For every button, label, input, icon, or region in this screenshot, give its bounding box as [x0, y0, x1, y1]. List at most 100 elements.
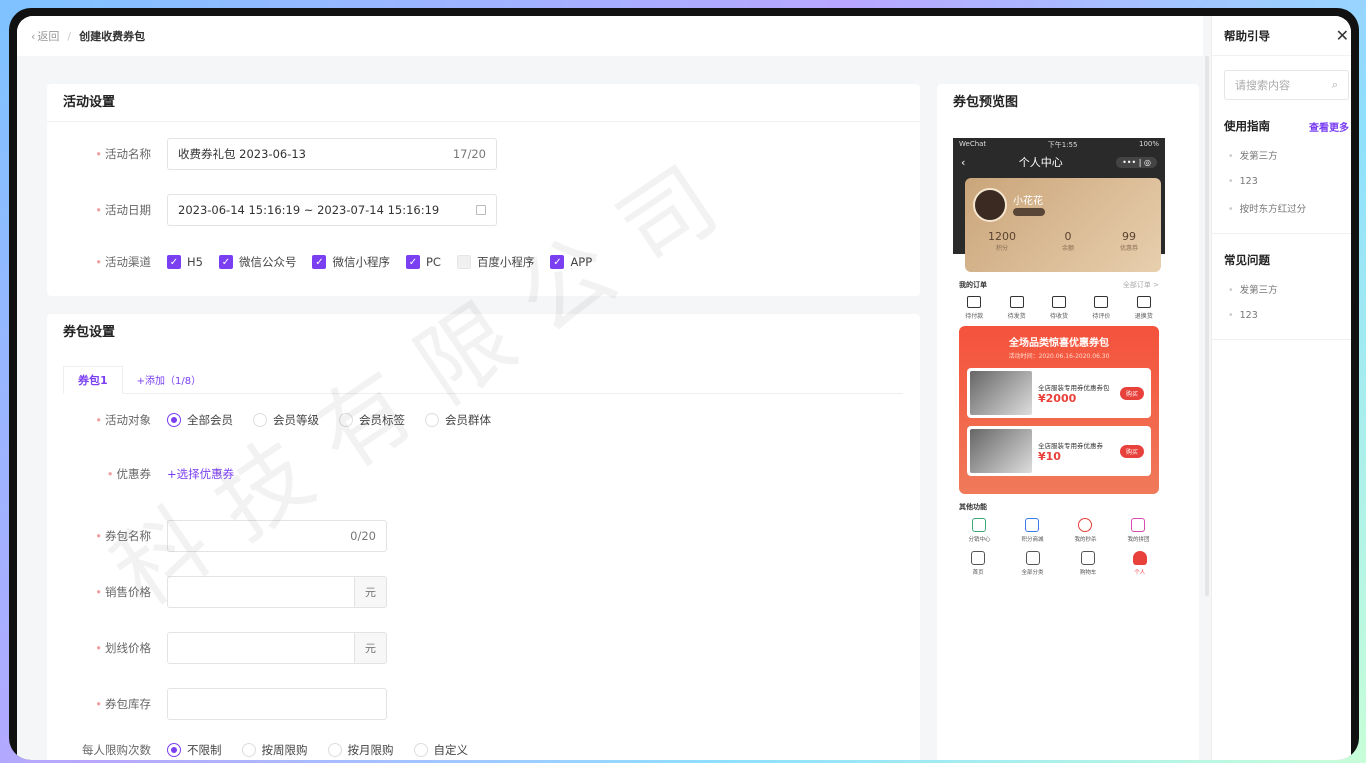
channel-checkbox-app[interactable]: ✓ APP — [550, 255, 592, 269]
orders-header: 我的订单 全部订单 > — [959, 281, 1159, 289]
activity-date-picker[interactable]: 2023-06-14 15:16:19 ~ 2023-07-14 15:16:1… — [167, 194, 497, 226]
select-coupon-link[interactable]: +选择优惠券 — [167, 466, 234, 482]
strike-price-label: 划线价格 — [105, 641, 151, 655]
alarm-icon — [1078, 518, 1093, 532]
cart-icon — [1081, 551, 1096, 565]
radio-monthly-limit[interactable]: 按月限购 — [327, 742, 394, 758]
checkbox-checked-icon: ✓ — [550, 255, 565, 269]
more-icon: ••• | ◎ — [1116, 156, 1157, 168]
channel-checkbox-h5[interactable]: ✓ H5 — [167, 255, 203, 269]
sale-price-unit: 元 — [355, 576, 387, 608]
order-pending-shipment: 待发货 — [1008, 296, 1026, 320]
buy-button: 购买 — [1119, 386, 1144, 400]
sale-price-input[interactable] — [167, 576, 355, 608]
radio-weekly-limit[interactable]: 按周限购 — [241, 742, 308, 758]
truck-icon — [1051, 296, 1066, 308]
stock-input[interactable] — [167, 688, 387, 720]
sale-price-row: • 销售价格 元 — [47, 576, 387, 608]
screen: ‹ 返回 / 创建收费券包 活动设置 • 活动名称 收费券礼包 2023-06-1… — [17, 16, 1351, 760]
activity-name-count: 17/20 — [452, 147, 486, 161]
activity-settings-title: 活动设置 — [47, 84, 920, 122]
radio-selected-icon — [167, 413, 181, 427]
activity-name-input[interactable]: 收费券礼包 2023-06-13 17/20 — [167, 138, 497, 170]
faq-section: 常见问题 发第三方 123 — [1212, 252, 1351, 321]
level-badge — [1013, 208, 1045, 216]
chevron-left-icon: ‹ — [31, 29, 36, 43]
preview-title: 券包预览图 — [953, 95, 1019, 110]
comment-icon — [1094, 296, 1109, 308]
radio-member-tag[interactable]: 会员标签 — [339, 412, 405, 428]
breadcrumb-separator: / — [67, 29, 72, 43]
help-panel: 帮助引导 ✕ 请搜索内容 ⌕ 使用指南 查看更多 发第三方 123 按时东方红过… — [1211, 16, 1351, 760]
faq-item[interactable]: 发第三方 — [1224, 282, 1349, 296]
back-link[interactable]: ‹ 返回 — [31, 28, 59, 44]
radio-selected-icon — [167, 743, 181, 757]
tabbar-cart: 购物车 — [1080, 551, 1096, 576]
pack-name-input[interactable]: 0/20 — [167, 520, 387, 552]
grid-icon — [1025, 551, 1040, 565]
wallet-icon — [967, 296, 982, 308]
activity-date-label: 活动日期 — [105, 203, 151, 217]
channel-checkbox-pc[interactable]: ✓ PC — [405, 255, 441, 269]
order-pending-review: 待评价 — [1092, 296, 1110, 320]
group-icon — [1131, 518, 1146, 532]
product-image — [970, 429, 1032, 473]
radio-member-level[interactable]: 会员等级 — [253, 412, 319, 428]
radio-icon — [413, 743, 428, 757]
target-radios: 全部会员 会员等级 会员标签 会员群体 — [167, 412, 511, 428]
pack-name-row: • 券包名称 0/20 — [47, 520, 387, 552]
add-coupon-pack-button[interactable]: +添加（1/8） — [123, 365, 215, 393]
order-return: 退换货 — [1135, 296, 1153, 320]
faq-title: 常见问题 — [1224, 253, 1270, 267]
functions-header: 其他功能 — [959, 503, 987, 511]
promo-coupon-item: 全店服装专用券优惠券 ¥10 购买 — [967, 426, 1151, 476]
phone-preview: WeChat 下午1:55 100% ‹ 个人中心 ••• | ◎ 小花花 12… — [953, 138, 1165, 628]
strike-price-row: • 划线价格 元 — [47, 632, 387, 664]
channel-checkbox-wechat-miniprogram[interactable]: ✓ 微信小程序 — [312, 254, 390, 270]
radio-icon — [253, 413, 267, 427]
guide-item[interactable]: 发第三方 — [1224, 148, 1349, 162]
checkbox-checked-icon: ✓ — [218, 255, 233, 269]
tab-coupon-pack-1[interactable]: 券包1 — [63, 366, 123, 394]
back-label: 返回 — [37, 30, 60, 43]
limit-row: 每人限购次数 不限制 按周限购 按月限购 自定义 — [47, 742, 488, 758]
divider — [1212, 233, 1351, 234]
promo-coupon-item: 全店服装专用券优惠券包 ¥2000 购买 — [967, 368, 1151, 418]
checkbox-checked-icon: ✓ — [405, 255, 420, 269]
faq-item[interactable]: 123 — [1224, 310, 1349, 321]
radio-all-members[interactable]: 全部会员 — [167, 412, 233, 428]
channel-checkbox-baidu[interactable]: 百度小程序 — [456, 254, 534, 270]
phone-tabbar: 首页 全部分类 购物车 个人 — [953, 545, 1165, 578]
bag-icon — [1025, 518, 1040, 532]
help-search-input[interactable]: 请搜索内容 ⌕ — [1224, 70, 1349, 100]
avatar — [973, 188, 1007, 222]
tabbar-category: 全部分类 — [1022, 551, 1044, 576]
checkbox-checked-icon: ✓ — [312, 255, 327, 269]
calendar-icon — [476, 205, 486, 215]
chevron-left-icon: ‹ — [961, 155, 966, 169]
close-icon[interactable]: ✕ — [1336, 26, 1349, 45]
radio-no-limit[interactable]: 不限制 — [167, 742, 222, 758]
radio-member-group[interactable]: 会员群体 — [425, 412, 491, 428]
promo-title: 全场品类惊喜优惠券包 — [1009, 338, 1109, 349]
channel-checkbox-wechat-official[interactable]: ✓ 微信公众号 — [218, 254, 296, 270]
coupon-settings-card: 券包设置 券包1 +添加（1/8） • 活动对象 全部会员 会员等级 会员标签 会… — [47, 314, 920, 760]
stock-row: • 券包库存 — [47, 688, 387, 720]
activity-channel-label: 活动渠道 — [105, 255, 151, 269]
checkbox-unchecked-icon — [456, 255, 471, 269]
func-distribution: 分销中心 — [968, 518, 991, 543]
guide-item[interactable]: 123 — [1224, 176, 1349, 187]
radio-custom-limit[interactable]: 自定义 — [413, 742, 468, 758]
radio-icon — [425, 413, 439, 427]
scrollbar[interactable] — [1205, 56, 1209, 596]
user-stats: 1200 积分 0 余额 99 优惠券 — [965, 230, 1161, 252]
return-icon — [1136, 296, 1151, 308]
target-row: • 活动对象 全部会员 会员等级 会员标签 会员群体 — [47, 412, 511, 428]
activity-channel-row: • 活动渠道 ✓ H5 ✓ 微信公众号 ✓ 微信小程序 ✓ PC 百度小程序 ✓ APP — [47, 254, 608, 270]
guide-item[interactable]: 按时东方红过分 — [1224, 201, 1349, 215]
page-title: 创建收费券包 — [79, 30, 146, 43]
view-more-link[interactable]: 查看更多 — [1309, 119, 1349, 134]
strike-price-input[interactable] — [167, 632, 355, 664]
order-pending-payment: 待付款 — [965, 296, 983, 320]
order-pending-receipt: 待收货 — [1050, 296, 1068, 320]
